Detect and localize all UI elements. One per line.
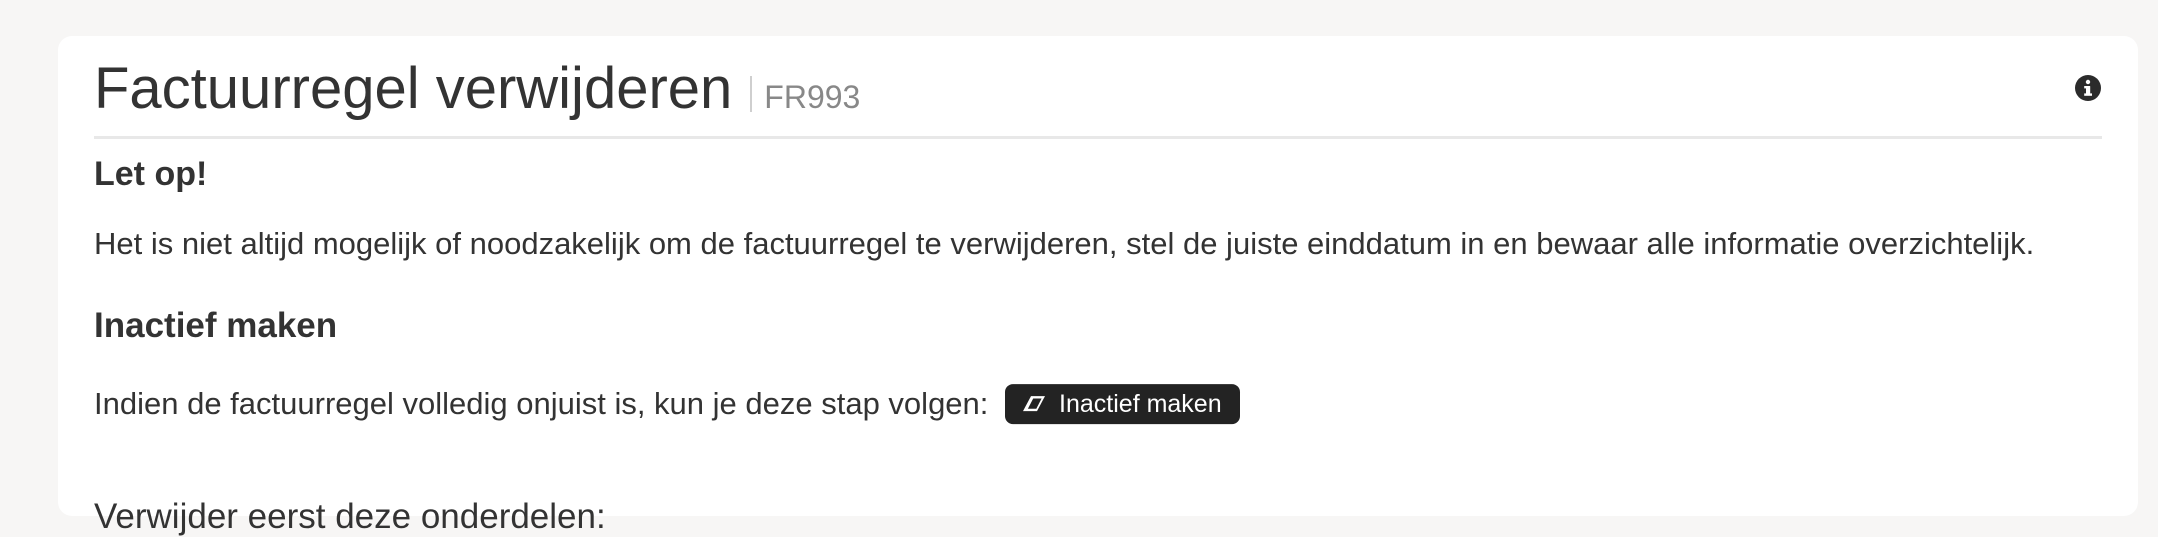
main-card: Factuurregel verwijderen FR993 Let op! He… [58,36,2138,536]
deactivate-text: Indien de factuurregel volledig onjuist … [94,386,989,422]
remove-first-heading: Verwijder eerst deze onderdelen: [94,497,606,536]
eraser-icon [1023,395,1046,411]
deactivate-button[interactable]: Inactief maken [1005,383,1240,424]
deactivate-paragraph: Indien de factuurregel volledig onjuist … [94,383,1240,426]
warning-heading: Let op! [94,155,208,193]
title-divider [750,76,753,112]
deactivate-button-label: Inactief maken [1059,389,1222,418]
page-title-wrapper: Factuurregel verwijderen FR993 [94,54,860,132]
warning-text: Het is niet altijd mogelijk of noodzakel… [94,226,2035,261]
deactivate-heading: Inactief maken [94,306,338,345]
page-header: Factuurregel verwijderen FR993 [94,36,2102,139]
info-circle-icon[interactable] [2074,74,2102,102]
page-title: Factuurregel verwijderen [94,56,733,121]
record-code: FR993 [764,79,861,115]
